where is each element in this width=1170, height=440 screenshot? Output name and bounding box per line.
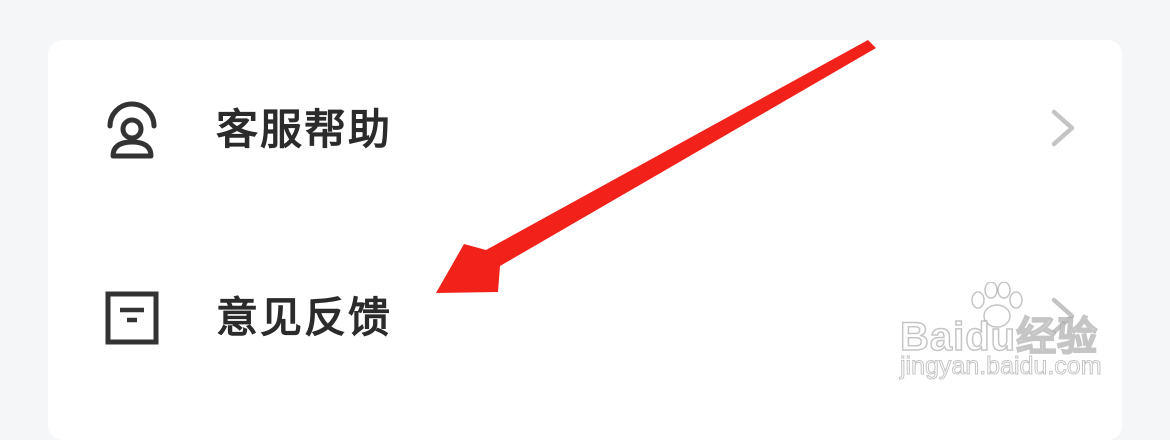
chevron-right-icon [1051,297,1075,335]
settings-card: 客服帮助 意见反馈 [48,40,1122,440]
menu-item-customer-service[interactable]: 客服帮助 [48,40,1122,220]
menu-item-label: 客服帮助 [216,105,393,154]
menu-item-feedback[interactable]: 意见反馈 [48,228,1122,408]
menu-item-label: 意见反馈 [216,293,393,342]
chevron-right-icon [1051,109,1075,147]
customer-service-icon [107,101,157,159]
feedback-icon [105,291,159,345]
